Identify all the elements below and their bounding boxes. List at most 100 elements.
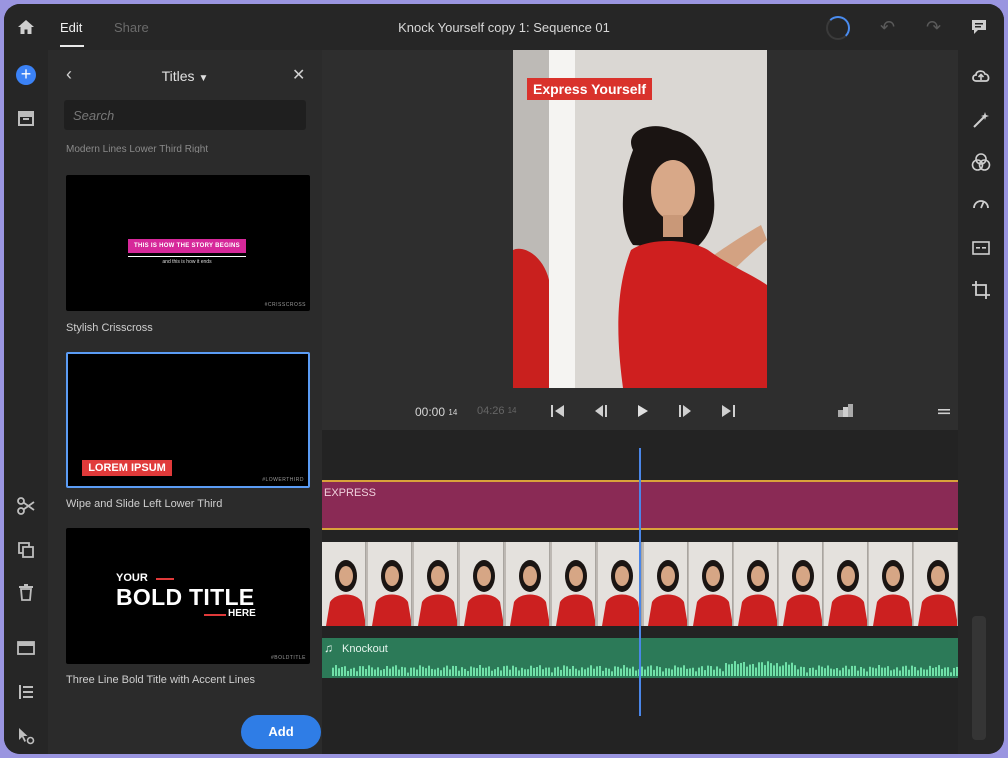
waveform-bar [755, 667, 757, 676]
waveform-bar [812, 667, 814, 676]
trash-icon[interactable] [16, 582, 36, 602]
waveform-bar [404, 667, 406, 676]
duplicate-icon[interactable] [16, 540, 36, 560]
waveform-bar [698, 667, 700, 676]
go-to-start-icon[interactable] [548, 401, 568, 421]
search-input[interactable] [64, 100, 306, 130]
add-media-icon[interactable]: + [16, 65, 36, 85]
go-to-end-icon[interactable] [718, 401, 738, 421]
resolution-icon[interactable] [836, 401, 856, 421]
waveform-bar [422, 666, 424, 676]
waveform-bar [851, 665, 853, 676]
waveform-bar [623, 665, 625, 676]
select-tool-icon[interactable] [16, 726, 36, 746]
crop-icon[interactable] [971, 280, 991, 300]
waveform-bar [539, 665, 541, 676]
waveform-bar [437, 667, 439, 676]
waveform-bar [710, 666, 712, 676]
panel-title-dropdown[interactable]: Titles ▼ [48, 68, 322, 84]
waveform-bar [371, 667, 373, 676]
timeline[interactable]: EXPRESS ♫ Knockout [322, 430, 958, 754]
step-back-icon[interactable] [590, 401, 610, 421]
captions-icon[interactable] [971, 238, 991, 258]
waveform-bar [389, 668, 391, 676]
waveform-bar [467, 671, 469, 676]
redo-icon[interactable]: ↷ [926, 17, 941, 38]
waveform-bar [725, 663, 727, 676]
video-frame [914, 542, 958, 626]
waveform-bar [584, 669, 586, 676]
step-forward-icon[interactable] [676, 401, 696, 421]
overlay-title-text[interactable]: Express Yourself [527, 78, 653, 100]
chevron-down-icon: ▼ [198, 73, 209, 84]
video-preview[interactable]: Express Yourself [513, 50, 767, 388]
video-frame [322, 542, 366, 626]
waveform-bar [635, 670, 637, 676]
menu-icon[interactable] [934, 401, 954, 421]
preview-underline [128, 256, 246, 257]
waveform-bar [497, 667, 499, 676]
panel-icon[interactable] [16, 638, 36, 658]
waveform-bar [614, 666, 616, 676]
waveform-bar [704, 670, 706, 676]
speed-icon[interactable] [971, 194, 991, 214]
waveform-bar [521, 667, 523, 676]
waveform-bar [368, 665, 370, 676]
add-button[interactable]: Add [241, 715, 321, 749]
waveform-bar [527, 669, 529, 676]
waveform-bar [575, 668, 577, 676]
waveform-bar [737, 664, 739, 676]
preview-line-3: HERE [228, 608, 256, 619]
waveform-bar [350, 668, 352, 676]
waveform-bar [803, 667, 805, 676]
waveform-bar [554, 667, 556, 676]
color-icon[interactable] [971, 152, 991, 172]
waveform-bar [761, 662, 763, 676]
archive-icon[interactable] [16, 108, 36, 128]
upload-cloud-icon[interactable] [971, 66, 991, 86]
comment-icon[interactable] [969, 17, 989, 37]
waveform-bar [719, 668, 721, 676]
waveform-bar [572, 665, 574, 676]
waveform-bar [923, 669, 925, 676]
waveform-bar [836, 668, 838, 676]
waveform-bar [794, 665, 796, 676]
scissors-icon[interactable] [16, 496, 36, 516]
play-icon[interactable] [632, 401, 652, 421]
waveform-bar [926, 669, 928, 676]
waveform-bar [743, 661, 745, 676]
list-icon[interactable] [16, 682, 36, 702]
title-thumbnail-stylish-crisscross[interactable]: THIS IS HOW THE STORY BEGINS and this is… [66, 175, 310, 311]
waveform-bar [485, 667, 487, 676]
current-time: 00:00 14 [415, 405, 457, 419]
waveform-bar [815, 669, 817, 676]
waveform-bar [593, 668, 595, 676]
title-thumbnail-wipe-slide[interactable]: LOREM IPSUM #LOWERTHIRD [66, 352, 310, 488]
waveform-bar [863, 668, 865, 676]
close-icon[interactable]: ✕ [292, 65, 305, 85]
waveform-bar [461, 667, 463, 676]
partial-caption: Modern Lines Lower Third Right [66, 144, 209, 153]
right-tool-rail [958, 50, 1004, 754]
undo-icon[interactable]: ↶ [880, 17, 895, 38]
waveform-bar [503, 666, 505, 676]
video-frame [368, 542, 412, 626]
magic-icon[interactable] [971, 110, 991, 130]
waveform-bar [632, 666, 634, 676]
waveform-bar [659, 667, 661, 676]
waveform-bar [785, 662, 787, 676]
left-tool-rail: + [4, 50, 48, 754]
playhead[interactable] [639, 448, 641, 716]
waveform-bar [884, 667, 886, 676]
waveform-bar [878, 665, 880, 676]
vertical-scrollbar[interactable] [972, 616, 986, 740]
preview-line-2: BOLD TITLE [116, 584, 255, 610]
waveform-bar [536, 667, 538, 676]
waveform-bar [890, 670, 892, 676]
title-thumbnail-bold-title[interactable]: YOUR BOLD TITLE HERE #BOLDTITLE [66, 528, 310, 664]
waveform-bar [566, 666, 568, 676]
current-time-value: 00:00 [415, 405, 446, 419]
waveform-bar [950, 672, 952, 676]
waveform-bar [656, 666, 658, 676]
waveform-bar [401, 666, 403, 676]
